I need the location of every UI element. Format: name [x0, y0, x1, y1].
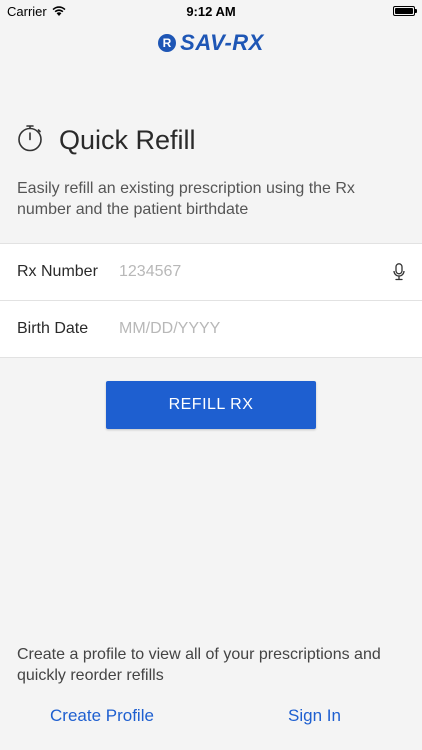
battery-fill [395, 8, 413, 14]
footer-text: Create a profile to view all of your pre… [17, 646, 381, 684]
stopwatch-icon [17, 124, 43, 157]
create-profile-link[interactable]: Create Profile [50, 706, 154, 726]
brand-logo: R SAV-RX [0, 30, 422, 56]
page-header: Quick Refill [17, 124, 196, 157]
rx-number-label: Rx Number [17, 263, 98, 280]
logo-text: SAV-RX [180, 30, 264, 55]
sign-in-link[interactable]: Sign In [288, 706, 341, 726]
rx-number-row: Rx Number [0, 244, 422, 300]
status-time: 9:12 AM [186, 4, 236, 19]
birth-date-row: Birth Date [0, 300, 422, 357]
page-title: Quick Refill [59, 125, 196, 155]
refill-rx-button[interactable]: REFILL RX [106, 381, 316, 429]
page-description: Easily refill an existing prescription u… [17, 180, 355, 218]
birth-date-label: Birth Date [17, 320, 89, 337]
refill-form: Rx Number Birth Date [0, 243, 422, 358]
birth-date-input[interactable] [119, 320, 382, 338]
status-bar: Carrier 9:12 AM [0, 0, 422, 22]
microphone-icon[interactable] [393, 263, 405, 286]
battery-icon [393, 6, 417, 16]
logo-mark: R [158, 34, 177, 52]
rx-number-input[interactable] [119, 263, 382, 281]
